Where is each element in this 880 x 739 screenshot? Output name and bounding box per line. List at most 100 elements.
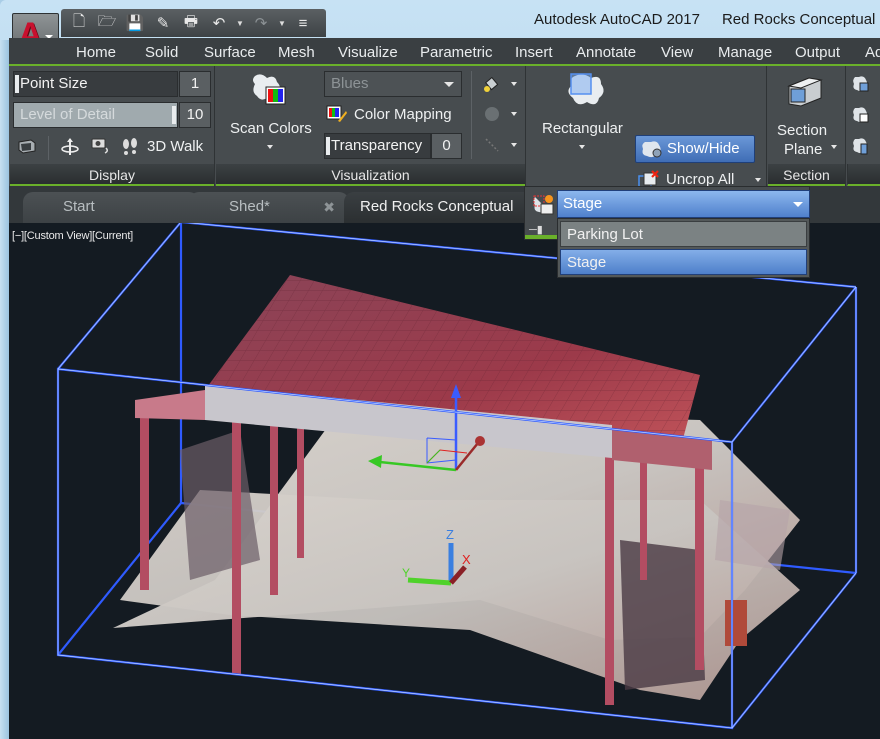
point-size-slider[interactable]: Point Size — [13, 71, 178, 97]
close-tab-icon[interactable]: ✖ — [323, 192, 335, 222]
orbit-icon[interactable] — [60, 136, 80, 158]
tab-output[interactable]: Output — [795, 44, 840, 61]
column — [640, 460, 647, 580]
crop-state-options: Parking Lot Stage — [557, 218, 810, 278]
redo-dropdown-icon[interactable]: ▼ — [277, 19, 287, 28]
app-title: Autodesk AutoCAD 2017 — [534, 11, 700, 28]
tab-home[interactable]: Home — [76, 44, 116, 61]
chevron-down-icon — [444, 82, 454, 87]
rectangular-crop-button[interactable]: Rectangular — [542, 120, 623, 137]
slider-thumb[interactable] — [326, 137, 330, 155]
print-icon[interactable]: 🖶 — [179, 12, 203, 34]
section-plane-label-line2[interactable]: Plane — [784, 141, 822, 158]
chevron-down-icon[interactable] — [511, 82, 517, 86]
viewport-controls-label[interactable]: [−][Custom View][Current] — [12, 230, 133, 242]
window-title: Autodesk AutoCAD 2017 Red Rocks Conceptua… — [534, 11, 880, 28]
color-scheme-dropdown[interactable]: Blues — [324, 71, 462, 97]
show-hide-label: Show/Hide — [667, 140, 740, 157]
drawing-viewport[interactable]: Z Y X [−][Custom View][Current] — [9, 223, 880, 739]
option-parking-lot[interactable]: Parking Lot — [560, 221, 807, 247]
open-icon[interactable]: 🗁 — [95, 12, 119, 34]
slider-thumb[interactable] — [15, 75, 19, 93]
level-of-detail-value[interactable]: 10 — [179, 102, 211, 128]
chevron-down-icon[interactable] — [831, 145, 837, 149]
doc-tab-label: Shed* — [229, 198, 270, 215]
column — [695, 440, 704, 670]
section-panel-title: Section — [768, 164, 845, 186]
doc-tab-start[interactable]: Start — [23, 192, 199, 223]
tab-manage[interactable]: Manage — [718, 44, 772, 61]
undo-dropdown-icon[interactable]: ▼ — [235, 19, 245, 28]
chevron-down-icon[interactable] — [267, 145, 273, 149]
crop-state-dropdown[interactable]: Stage — [557, 190, 810, 218]
tab-view[interactable]: View — [661, 44, 693, 61]
separator — [48, 136, 49, 160]
point-cloud-box-icon[interactable] — [16, 136, 38, 156]
ribbon-tab-bar: Home Solid Surface Mesh Visualize Parame… — [9, 38, 880, 65]
color-mapping-button[interactable]: Color Mapping — [354, 106, 452, 123]
sphere-icon[interactable] — [482, 104, 502, 124]
undo-icon[interactable]: ↶ — [207, 12, 231, 34]
chevron-down-icon[interactable] — [511, 143, 517, 147]
footprints-icon[interactable] — [120, 136, 140, 158]
measure-icon[interactable] — [482, 135, 502, 155]
tab-surface[interactable]: Surface — [204, 44, 256, 61]
scan-colors-icon[interactable] — [249, 72, 289, 112]
save-icon[interactable]: 💾 — [123, 12, 147, 34]
section-plane-icon[interactable] — [785, 74, 825, 110]
level-of-detail-label: Level of Detail — [20, 106, 116, 123]
visualization-panel: Scan Colors Blues Color Mapping Transpar… — [216, 66, 526, 186]
barrel — [725, 600, 747, 646]
scan-colors-button[interactable]: Scan Colors — [230, 120, 312, 137]
show-hide-button[interactable]: Show/Hide — [635, 135, 755, 163]
color-scheme-value: Blues — [331, 75, 369, 92]
light-icon[interactable] — [482, 74, 502, 94]
tab-solid[interactable]: Solid — [145, 44, 178, 61]
point-cloud-extract-icon[interactable] — [851, 105, 871, 125]
section-plane-label-line1[interactable]: Section — [777, 122, 827, 139]
customize-icon[interactable]: ≡ — [291, 12, 315, 34]
tab-visualize[interactable]: Visualize — [338, 44, 398, 61]
autocad-window: Autodesk AutoCAD 2017 Red Rocks Conceptua… — [0, 0, 880, 739]
separator — [471, 71, 472, 159]
option-stage[interactable]: Stage — [560, 249, 807, 275]
doc-tab-shed[interactable]: Shed* ✖ — [189, 192, 349, 223]
transparency-slider[interactable]: Transparency — [324, 133, 431, 159]
tab-mesh[interactable]: Mesh — [278, 44, 315, 61]
display-panel: Point Size 1 Level of Detail 10 3D Walk — [10, 66, 215, 186]
column — [297, 428, 304, 558]
transparency-value[interactable]: 0 — [431, 133, 462, 159]
cropping-panel: Rectangular — [527, 66, 767, 186]
tab-parametric[interactable]: Parametric — [420, 44, 493, 61]
tab-annotate[interactable]: Annotate — [576, 44, 636, 61]
point-size-value[interactable]: 1 — [179, 71, 211, 97]
window-border — [0, 40, 9, 739]
color-mapping-icon[interactable] — [326, 104, 348, 124]
tab-insert[interactable]: Insert — [515, 44, 553, 61]
chevron-down-icon[interactable] — [755, 178, 761, 182]
doc-tab-red-rocks[interactable]: Red Rocks Conceptual De — [344, 192, 534, 245]
gizmo-x-handle[interactable] — [475, 436, 485, 446]
left-bleachers — [180, 430, 260, 580]
camera-swivel-icon[interactable] — [90, 135, 112, 157]
slider-thumb[interactable] — [172, 106, 176, 124]
point-cloud-attach-icon[interactable] — [851, 74, 871, 94]
chevron-down-icon[interactable] — [511, 112, 517, 116]
column — [140, 410, 149, 590]
column — [605, 455, 614, 705]
tab-addins[interactable]: Ad — [865, 44, 880, 61]
rectangular-crop-icon[interactable] — [565, 72, 607, 112]
display-panel-title: Display — [10, 164, 214, 186]
column — [232, 415, 241, 675]
document-title: Red Rocks Conceptual D — [721, 11, 880, 28]
ucs-z-label: Z — [446, 527, 454, 542]
level-of-detail-slider[interactable]: Level of Detail — [13, 102, 178, 128]
save-as-icon[interactable]: ✎ — [151, 12, 175, 34]
3d-walk-button[interactable]: 3D Walk — [147, 138, 203, 155]
chevron-down-icon[interactable] — [579, 145, 585, 149]
chevron-down-icon — [793, 202, 803, 207]
redo-icon[interactable]: ↷ — [249, 12, 273, 34]
save-crop-state-icon[interactable] — [532, 194, 554, 216]
point-cloud-section-icon[interactable] — [851, 136, 871, 156]
new-icon[interactable]: 🗋 — [67, 12, 91, 34]
